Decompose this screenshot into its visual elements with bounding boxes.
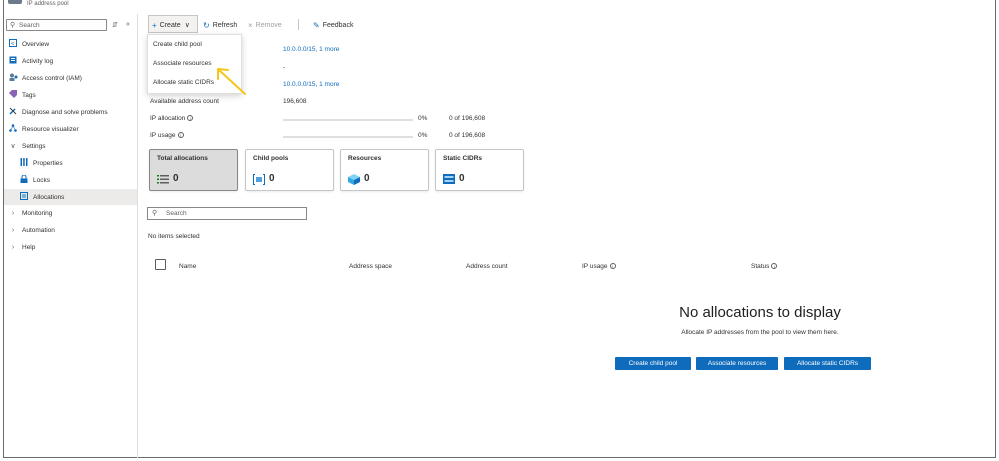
card-total-allocations[interactable]: Total allocations 0	[149, 149, 238, 191]
available-address-value: 196,608	[283, 98, 307, 105]
feedback-button[interactable]: ✎ Feedback	[313, 19, 353, 31]
sidebar-item-properties[interactable]: Properties	[4, 155, 137, 171]
sidebar-sort-icon[interactable]: ⇵	[112, 21, 118, 29]
menu-item-create-child-pool[interactable]: Create child pool	[153, 41, 202, 48]
column-name[interactable]: Name	[179, 263, 196, 270]
tag-icon	[7, 90, 19, 100]
properties-icon	[18, 158, 30, 168]
cidr-icon	[443, 174, 455, 184]
sidebar-search-placeholder: Search	[19, 22, 40, 29]
sidebar-item-iam[interactable]: Access control (IAM)	[4, 70, 137, 86]
ip-usage-count: 0 of 196,608	[449, 132, 486, 139]
ip-allocation-percent: 0%	[418, 115, 428, 122]
essentials-dash-value: -	[283, 64, 286, 71]
allocations-icon	[18, 192, 30, 202]
sidebar-item-tags[interactable]: Tags	[4, 87, 137, 103]
activity-log-icon	[7, 56, 19, 66]
wrench-icon	[7, 107, 19, 117]
ip-allocation-label: IP allocation i	[150, 115, 194, 122]
page-subtitle: IP address pool	[27, 1, 69, 7]
sidebar-search-input[interactable]: ⚲ Search	[6, 19, 107, 31]
create-button[interactable]: + Create ∨	[152, 19, 190, 31]
refresh-button[interactable]: ↻ Refresh	[203, 19, 237, 31]
menu-item-associate-resources[interactable]: Associate resources	[153, 60, 212, 67]
essentials-address-link-1[interactable]: 10.0.0.0/15, 1 more	[283, 46, 339, 53]
chevron-right-icon: ›	[11, 226, 15, 234]
sidebar-item-allocations[interactable]: Allocations	[4, 189, 137, 205]
sidebar-group-help[interactable]: › Help	[4, 239, 137, 255]
ip-usage-bar	[283, 136, 413, 138]
sidebar-item-resource-visualizer[interactable]: Resource visualizer	[4, 121, 137, 137]
selection-status: No items selected	[148, 233, 200, 240]
ip-usage-percent: 0%	[418, 132, 428, 139]
chevron-down-icon: ∨	[184, 22, 190, 29]
plus-icon: +	[152, 20, 157, 30]
visualizer-icon	[7, 124, 19, 134]
card-resources[interactable]: Resources 0	[340, 149, 429, 191]
menu-item-allocate-static-cidrs[interactable]: Allocate static CIDRs	[153, 79, 214, 86]
sidebar-collapse-icon[interactable]: «	[126, 21, 130, 28]
feedback-icon: ✎	[313, 20, 320, 30]
empty-state-subtitle: Allocate IP addresses from the pool to v…	[681, 329, 839, 336]
column-address-count[interactable]: Address count	[466, 263, 508, 270]
essentials-address-link-2[interactable]: 10.0.0.0/15, 1 more	[283, 81, 339, 88]
chevron-right-icon: ›	[11, 243, 15, 251]
sidebar-item-overview[interactable]: < Overview	[4, 36, 137, 52]
sidebar-group-settings[interactable]: ∨ Settings	[4, 138, 137, 154]
iam-icon	[7, 73, 19, 83]
available-address-label: Available address count	[150, 98, 219, 105]
column-address-space[interactable]: Address space	[349, 263, 392, 270]
chevron-down-icon: ∨	[10, 143, 16, 150]
search-icon: ⚲	[152, 210, 158, 217]
close-icon: ×	[248, 20, 253, 30]
chevron-right-icon: ›	[11, 209, 15, 217]
remove-button[interactable]: × Remove	[248, 19, 282, 31]
card-child-pools[interactable]: Child pools 0	[245, 149, 334, 191]
sidebar-item-locks[interactable]: Locks	[4, 172, 137, 188]
select-all-checkbox[interactable]	[155, 259, 166, 270]
annotation-arrow-icon	[217, 68, 246, 95]
sidebar-item-activity-log[interactable]: Activity log	[4, 53, 137, 69]
search-icon: ⚲	[10, 22, 16, 29]
allocate-static-cidrs-button[interactable]: Allocate static CIDRs	[784, 357, 871, 370]
sidebar-group-monitoring[interactable]: › Monitoring	[4, 205, 137, 221]
create-child-pool-button[interactable]: Create child pool	[615, 357, 691, 370]
card-static-cidrs[interactable]: Static CIDRs 0	[435, 149, 524, 191]
overview-icon: <	[7, 39, 19, 49]
column-status[interactable]: Status i	[751, 263, 778, 270]
child-pool-icon	[253, 174, 265, 185]
associate-resources-button[interactable]: Associate resources	[696, 357, 778, 370]
empty-state-title: No allocations to display	[679, 304, 841, 321]
info-icon: i	[187, 115, 194, 122]
grid-search-input[interactable]: ⚲ Search	[147, 207, 307, 220]
svg-text:<: <	[11, 42, 15, 48]
resource-logo-icon	[8, 0, 22, 4]
ip-allocation-bar	[283, 119, 413, 121]
cube-icon	[348, 174, 360, 185]
column-ip-usage[interactable]: IP usage i	[582, 263, 616, 270]
list-icon	[157, 174, 169, 184]
sidebar-group-automation[interactable]: › Automation	[4, 222, 137, 238]
toolbar-separator	[298, 19, 299, 30]
ip-usage-label: IP usage i	[150, 132, 184, 139]
sidebar-item-diagnose[interactable]: Diagnose and solve problems	[4, 104, 137, 120]
info-icon: i	[609, 263, 616, 270]
refresh-icon: ↻	[203, 20, 210, 30]
info-icon: i	[771, 263, 778, 270]
lock-icon	[18, 174, 30, 185]
ip-allocation-count: 0 of 196,608	[449, 115, 486, 122]
info-icon: i	[177, 132, 184, 139]
